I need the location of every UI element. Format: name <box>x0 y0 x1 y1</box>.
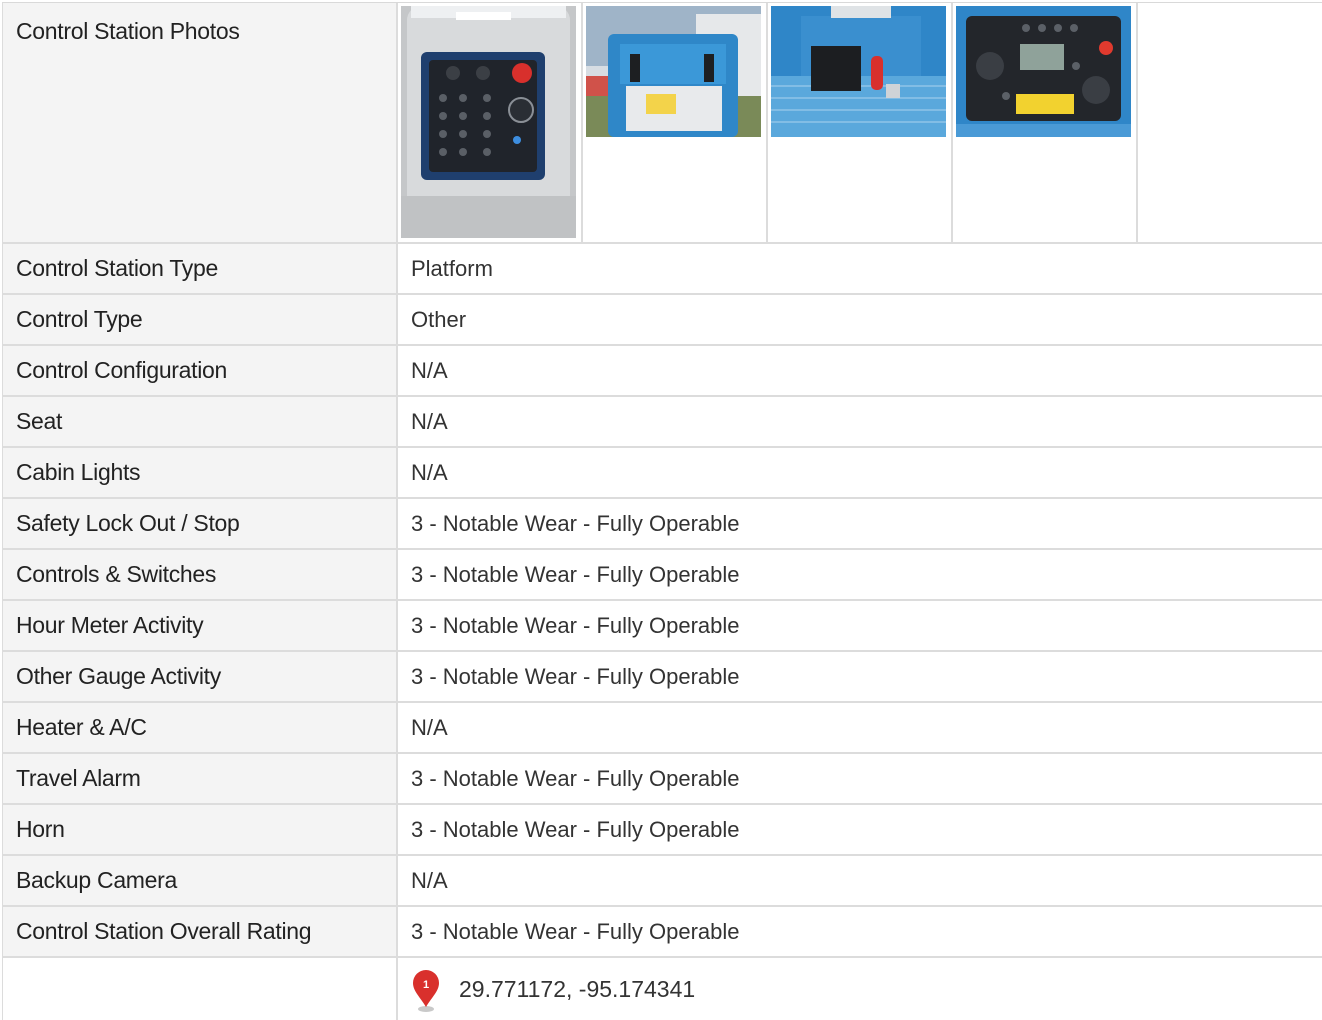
row-value: 3 - Notable Wear - Fully Operable <box>411 765 740 791</box>
photo-cell <box>768 3 953 242</box>
row-value: 3 - Notable Wear - Fully Operable <box>411 561 740 587</box>
photo-cell <box>398 3 583 242</box>
table-row: Safety Lock Out / Stop 3 - Notable Wear … <box>2 499 1322 550</box>
row-value: 3 - Notable Wear - Fully Operable <box>411 612 740 638</box>
row-value: 3 - Notable Wear - Fully Operable <box>411 510 740 536</box>
table-row: Control Configuration N/A <box>2 346 1322 397</box>
location-value: 1 29.771172, -95.174341 <box>398 958 1322 1020</box>
row-value: N/A <box>411 357 448 383</box>
row-label: Control Type <box>2 295 398 344</box>
map-marker-icon[interactable]: 1 <box>411 969 441 1013</box>
location-row: 1 29.771172, -95.174341 <box>2 958 1322 1020</box>
row-value: N/A <box>411 459 448 485</box>
row-label: Horn <box>2 805 398 854</box>
table-row: Hour Meter Activity 3 - Notable Wear - F… <box>2 601 1322 652</box>
control-box-photo[interactable] <box>956 6 1131 137</box>
row-value: N/A <box>411 714 448 740</box>
row-label: Heater & A/C <box>2 703 398 752</box>
row-label: Controls & Switches <box>2 550 398 599</box>
row-label: Control Station Type <box>2 244 398 293</box>
row-value: Other <box>411 306 467 332</box>
control-panel-photo[interactable] <box>401 6 576 238</box>
table-row: Heater & A/C N/A <box>2 703 1322 754</box>
platform-controls-photo[interactable] <box>586 6 761 137</box>
row-label: Safety Lock Out / Stop <box>2 499 398 548</box>
table-row: Cabin Lights N/A <box>2 448 1322 499</box>
platform-deck-photo[interactable] <box>771 6 946 137</box>
row-value: N/A <box>411 867 448 893</box>
row-label: Hour Meter Activity <box>2 601 398 650</box>
row-label: Backup Camera <box>2 856 398 905</box>
row-value: 3 - Notable Wear - Fully Operable <box>411 663 740 689</box>
photo-cell <box>583 3 768 242</box>
table-row: Control Type Other <box>2 295 1322 346</box>
table-row: Other Gauge Activity 3 - Notable Wear - … <box>2 652 1322 703</box>
row-label: Control Station Overall Rating <box>2 907 398 956</box>
row-label: Control Configuration <box>2 346 398 395</box>
table-row: Control Station Overall Rating 3 - Notab… <box>2 907 1322 958</box>
control-station-table: Control Station Photos Control Station T… <box>2 2 1322 1020</box>
table-row: Seat N/A <box>2 397 1322 448</box>
table-row: Horn 3 - Notable Wear - Fully Operable <box>2 805 1322 856</box>
row-label: Travel Alarm <box>2 754 398 803</box>
table-row: Backup Camera N/A <box>2 856 1322 907</box>
row-value: Platform <box>411 255 493 281</box>
row-value: N/A <box>411 408 448 434</box>
row-value: 3 - Notable Wear - Fully Operable <box>411 918 740 944</box>
photo-cell <box>953 3 1138 242</box>
photos-row: Control Station Photos <box>2 3 1322 244</box>
table-row: Controls & Switches 3 - Notable Wear - F… <box>2 550 1322 601</box>
photo-gallery <box>398 3 1322 242</box>
row-label: Cabin Lights <box>2 448 398 497</box>
gps-coordinates[interactable]: 29.771172, -95.174341 <box>459 976 695 1003</box>
row-value: 3 - Notable Wear - Fully Operable <box>411 816 740 842</box>
table-row: Control Station Type Platform <box>2 244 1322 295</box>
row-label: Control Station Photos <box>2 3 398 242</box>
row-label <box>2 958 398 1020</box>
row-label: Seat <box>2 397 398 446</box>
marker-number: 1 <box>423 979 429 991</box>
table-row: Travel Alarm 3 - Notable Wear - Fully Op… <box>2 754 1322 805</box>
row-label: Other Gauge Activity <box>2 652 398 701</box>
